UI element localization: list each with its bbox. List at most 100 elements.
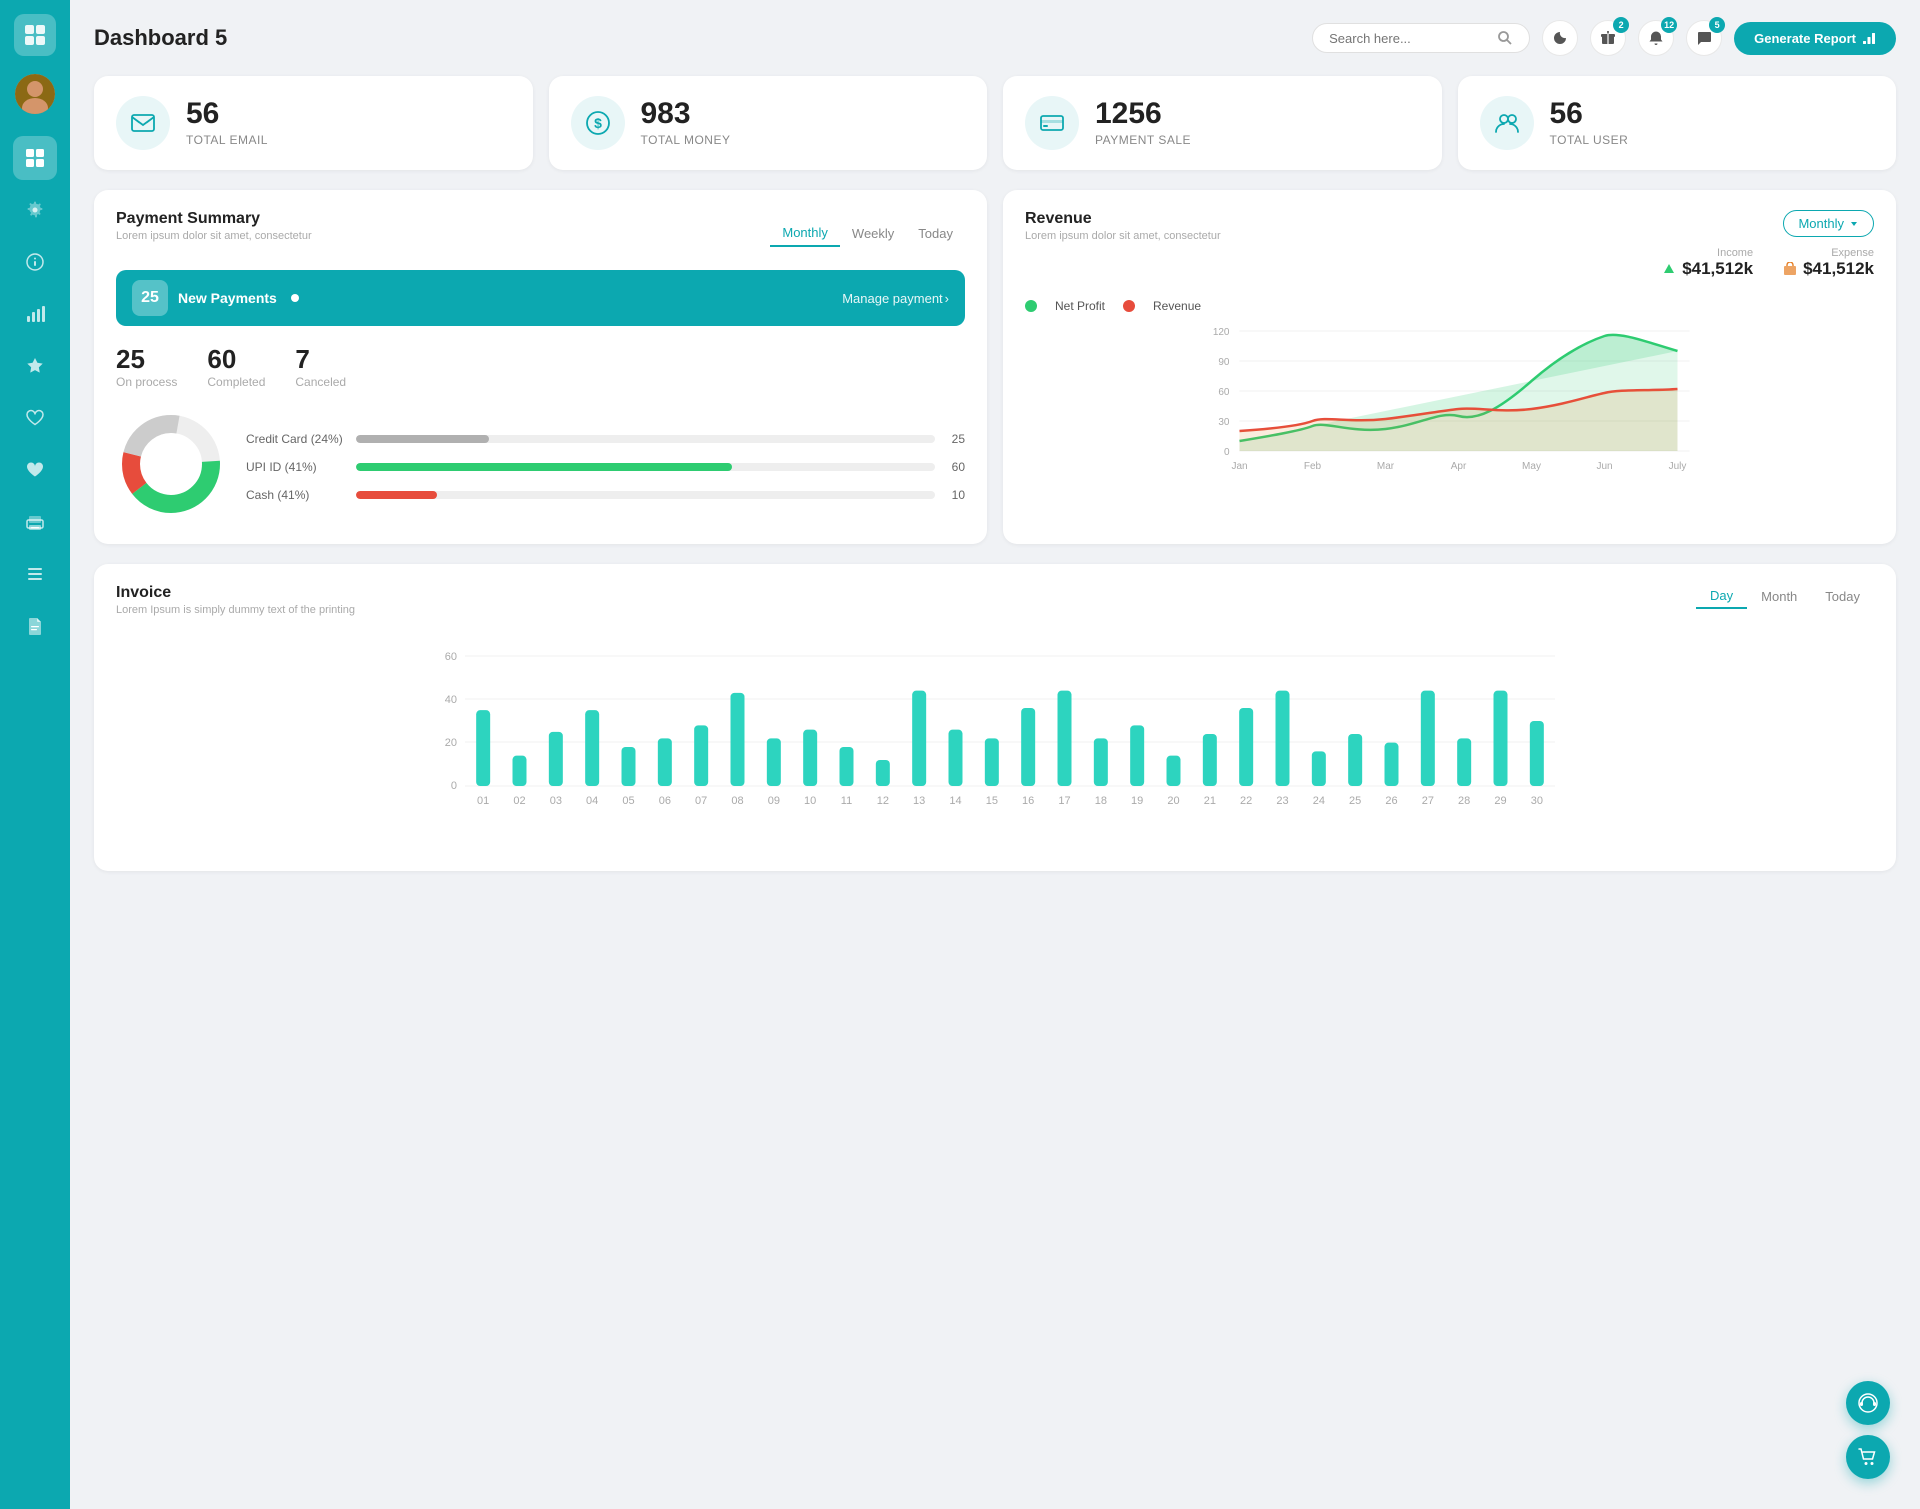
bar-01[interactable] [476, 710, 490, 786]
sidebar-item-analytics[interactable] [13, 292, 57, 336]
sidebar-logo[interactable] [14, 14, 56, 56]
bar-09[interactable] [767, 738, 781, 786]
tab-monthly[interactable]: Monthly [770, 220, 840, 247]
sidebar-item-document[interactable] [13, 604, 57, 648]
bar-05[interactable] [622, 747, 636, 786]
generate-report-button[interactable]: Generate Report [1734, 22, 1896, 55]
support-float-button[interactable] [1846, 1381, 1890, 1425]
bar-19[interactable] [1130, 725, 1144, 786]
svg-text:10: 10 [804, 795, 816, 807]
inv-tab-month[interactable]: Month [1747, 584, 1811, 609]
chat-button[interactable]: 5 [1686, 20, 1722, 56]
cart-float-button[interactable] [1846, 1435, 1890, 1479]
payment-bars: Credit Card (24%) 25 UPI ID (41%) 60 [246, 432, 965, 502]
bar-20[interactable] [1167, 756, 1181, 786]
bar-16[interactable] [1021, 708, 1035, 786]
svg-text:21: 21 [1204, 795, 1216, 807]
sidebar-item-print[interactable] [13, 500, 57, 544]
new-payments-left: 25 New Payments [132, 280, 299, 316]
bar-upi: UPI ID (41%) 60 [246, 460, 965, 474]
bar-22[interactable] [1239, 708, 1253, 786]
inv-tab-today[interactable]: Today [1811, 584, 1874, 609]
bar-18[interactable] [1094, 738, 1108, 786]
stat-canceled: 7 Canceled [295, 344, 346, 389]
float-buttons [1846, 1381, 1890, 1479]
on-process-label: On process [116, 375, 177, 389]
svg-text:08: 08 [731, 795, 743, 807]
bar-26[interactable] [1385, 743, 1399, 786]
search-box[interactable] [1312, 23, 1530, 53]
svg-text:Jan: Jan [1231, 461, 1247, 472]
sidebar-item-heart-filled[interactable] [13, 448, 57, 492]
bar-17[interactable] [1058, 691, 1072, 786]
net-profit-legend-dot [1025, 300, 1037, 312]
bar-14[interactable] [949, 730, 963, 786]
sidebar-item-info[interactable] [13, 240, 57, 284]
theme-toggle-button[interactable] [1542, 20, 1578, 56]
avatar[interactable] [15, 74, 55, 114]
bar-30[interactable] [1530, 721, 1544, 786]
sidebar-item-settings[interactable] [13, 188, 57, 232]
svg-text:24: 24 [1313, 795, 1325, 807]
bar-27[interactable] [1421, 691, 1435, 786]
revenue-title-block: Revenue Lorem ipsum dolor sit amet, cons… [1025, 210, 1221, 256]
sidebar-item-dashboard[interactable] [13, 136, 57, 180]
revenue-legend-dot [1123, 300, 1135, 312]
svg-text:30: 30 [1218, 417, 1230, 428]
search-input[interactable] [1329, 31, 1489, 46]
svg-text:Mar: Mar [1377, 461, 1395, 472]
money-icon: $ [571, 96, 625, 150]
credit-card-fill [356, 435, 489, 443]
tab-today[interactable]: Today [906, 221, 965, 246]
bar-08[interactable] [731, 693, 745, 786]
completed-num: 60 [207, 344, 265, 375]
bar-11[interactable] [840, 747, 854, 786]
bar-10[interactable] [803, 730, 817, 786]
bar-03[interactable] [549, 732, 563, 786]
new-payments-dot [291, 294, 299, 302]
bar-15[interactable] [985, 738, 999, 786]
svg-text:19: 19 [1131, 795, 1143, 807]
bar-28[interactable] [1457, 738, 1471, 786]
sidebar-item-list[interactable] [13, 552, 57, 596]
inv-tab-day[interactable]: Day [1696, 584, 1747, 609]
svg-text:14: 14 [949, 795, 961, 807]
bar-04[interactable] [585, 710, 599, 786]
revenue-legend: Net Profit Revenue [1025, 299, 1874, 313]
svg-text:16: 16 [1022, 795, 1034, 807]
bar-25[interactable] [1348, 734, 1362, 786]
svg-text:07: 07 [695, 795, 707, 807]
upi-fill [356, 463, 732, 471]
cash-label: Cash (41%) [246, 488, 346, 502]
notification-button[interactable]: 12 [1638, 20, 1674, 56]
revenue-chart: 120 90 60 30 0 Jan Feb Mar Apr May Jun J… [1025, 321, 1874, 501]
bar-23[interactable] [1276, 691, 1290, 786]
svg-text:Jun: Jun [1596, 461, 1612, 472]
payment-summary-header: Payment Summary Lorem ipsum dolor sit am… [116, 210, 965, 256]
bar-12[interactable] [876, 760, 890, 786]
upi-val: 60 [945, 460, 965, 474]
bar-21[interactable] [1203, 734, 1217, 786]
svg-text:40: 40 [445, 694, 457, 706]
manage-payment-link[interactable]: Manage payment › [842, 291, 949, 306]
bar-24[interactable] [1312, 751, 1326, 786]
new-payments-label: New Payments [178, 290, 277, 306]
cash-val: 10 [945, 488, 965, 502]
cash-track [356, 491, 935, 499]
svg-text:60: 60 [445, 651, 457, 663]
revenue-monthly-dropdown[interactable]: Monthly [1783, 210, 1874, 237]
stat-card-payment-text: 1256 PAYMENT SALE [1095, 99, 1191, 147]
svg-text:0: 0 [1224, 447, 1230, 458]
sidebar-item-heart-outline[interactable] [13, 396, 57, 440]
bar-06[interactable] [658, 738, 672, 786]
bar-29[interactable] [1494, 691, 1508, 786]
sidebar-item-star[interactable] [13, 344, 57, 388]
tab-weekly[interactable]: Weekly [840, 221, 906, 246]
bar-13[interactable] [912, 691, 926, 786]
bar-02[interactable] [513, 756, 527, 786]
invoice-header: Invoice Lorem Ipsum is simply dummy text… [116, 584, 1874, 630]
bar-07[interactable] [694, 725, 708, 786]
cash-fill [356, 491, 437, 499]
completed-label: Completed [207, 375, 265, 389]
gift-button[interactable]: 2 [1590, 20, 1626, 56]
